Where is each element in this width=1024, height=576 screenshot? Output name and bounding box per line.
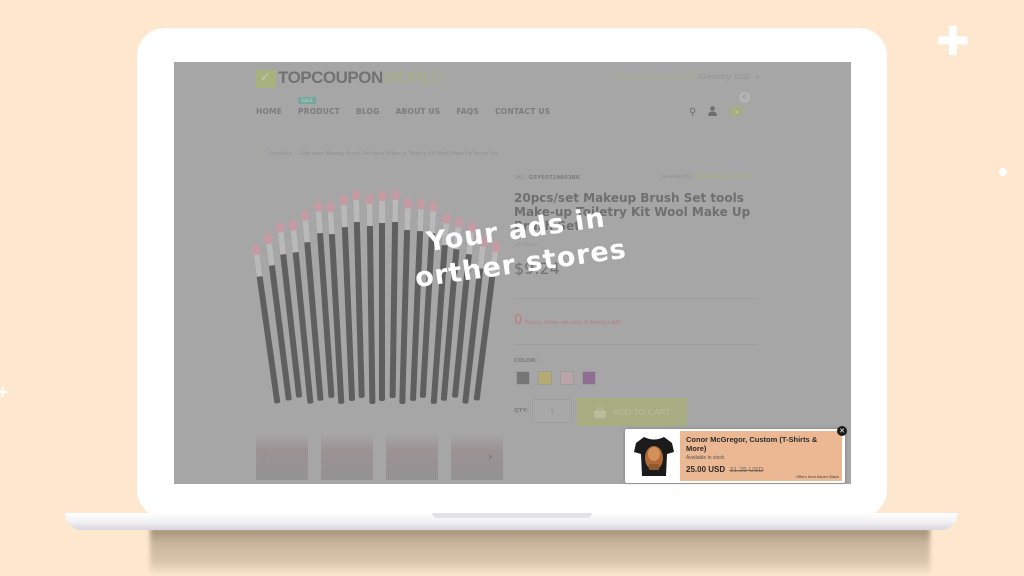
brush-tip: [364, 193, 374, 205]
brush-tip: [416, 198, 425, 210]
sku-value: GSY60729603BK: [528, 175, 581, 181]
nav-item-contact-us[interactable]: CONTACT US: [495, 107, 550, 116]
breadcrumb: ⌂ Products 20pcs/set Makeup Brush Set to…: [258, 150, 498, 157]
popup-offer-source: Offers from Ashen Black: [795, 474, 839, 479]
logo-text-part2: WORLD: [382, 68, 444, 87]
popup-title[interactable]: Conor McGregor, Custom (T-Shirts & More): [686, 435, 836, 453]
tshirt-icon: [634, 437, 674, 476]
sale-badge: SALE: [298, 97, 317, 104]
small-plus-decoration-icon: +: [0, 382, 10, 401]
brush-ferrule: [314, 211, 323, 234]
popup-old-price: 31.25 USD: [729, 467, 764, 474]
availability-value: undefined in stock: [695, 174, 753, 180]
user-icon[interactable]: [708, 105, 718, 119]
currency-value: USD: [734, 73, 750, 81]
brush-ferrule: [366, 203, 373, 227]
brush-tip: [351, 189, 361, 201]
stock-warning: 0 Hurry, there are only 0 item(s) left!: [514, 313, 622, 328]
breadcrumb-current: 20pcs/set Makeup Brush Set tools Make-up…: [299, 150, 498, 157]
nav-item-product[interactable]: SALE PRODUCT: [298, 97, 341, 116]
currency-label: Currency:: [699, 73, 733, 81]
hurry-text: Hurry, there are only 0 item(s) left!: [525, 320, 623, 326]
plus-decoration-icon: ✚: [936, 19, 970, 65]
add-to-cart-label: ADD TO CART: [613, 407, 671, 417]
brush-tip: [378, 191, 386, 201]
brush-tip: [338, 194, 348, 206]
product-thumbnail[interactable]: [451, 434, 503, 480]
brush-ferrule: [379, 201, 385, 223]
brush-ferrule: [265, 243, 275, 266]
sku-label: SKU:: [514, 175, 527, 181]
brush-ferrule: [277, 232, 287, 255]
currency-selector[interactable]: Currency: USD ▾: [699, 73, 759, 81]
color-swatch[interactable]: [582, 371, 596, 385]
divider: [514, 298, 758, 299]
product-thumbnail[interactable]: [256, 434, 308, 480]
shopping-bag-icon: [256, 70, 276, 88]
brush-tip: [326, 201, 335, 213]
cart-icon[interactable]: 0: [729, 92, 751, 120]
laptop-shadow: [150, 528, 930, 576]
nav-item-blog[interactable]: BLOG: [356, 107, 380, 116]
brush-tip: [403, 197, 413, 209]
brush-ferrule: [253, 254, 263, 277]
brush-ferrule: [404, 207, 411, 231]
popup-body: Conor McGregor, Custom (T-Shirts & More)…: [680, 431, 842, 481]
brush-tip: [313, 200, 322, 212]
availability-label: Availability:: [662, 174, 694, 180]
stock-count: 0: [514, 313, 523, 328]
brush-tip: [429, 200, 438, 212]
thumbnail-strip: [256, 434, 506, 482]
header-icons: ⚲ 0: [689, 92, 751, 120]
color-swatches: [516, 371, 596, 385]
brush-graphic: [351, 189, 365, 399]
basket-icon: [593, 406, 608, 418]
popup-stock: Available in stock: [686, 455, 725, 461]
color-swatch[interactable]: [538, 371, 552, 385]
main-nav: HOME SALE PRODUCT BLOG ABOUT US FAQS CON…: [256, 97, 566, 116]
popup-price: 25.00 USD 31.25 USD: [686, 465, 836, 474]
dot-decoration: [999, 168, 1007, 176]
home-icon[interactable]: ⌂: [258, 150, 262, 157]
divider: [514, 344, 758, 345]
popup-ad[interactable]: Conor McGregor, Custom (T-Shirts & More)…: [625, 426, 847, 483]
color-swatch[interactable]: [516, 371, 530, 385]
breadcrumb-item[interactable]: Products: [270, 151, 292, 157]
brush-ferrule: [353, 199, 360, 223]
nav-item-home[interactable]: HOME: [256, 107, 282, 116]
nav-item-about-us[interactable]: ABOUT US: [396, 107, 441, 116]
popup-product-image[interactable]: [630, 432, 677, 480]
search-icon[interactable]: ⚲: [689, 107, 696, 118]
brush-ferrule: [302, 220, 311, 243]
close-icon[interactable]: ✕: [837, 426, 847, 436]
cart-count-badge: 0: [739, 92, 751, 103]
brush-graphic: [364, 193, 375, 405]
store-logo[interactable]: TOPCOUPONWORLD: [256, 68, 444, 88]
nav-item-label: PRODUCT: [298, 107, 341, 116]
qty-label: QTY:: [514, 408, 529, 414]
popup-current-price: 25.00 USD: [686, 465, 726, 474]
product-sku: SKU: GSY60729603BK: [514, 175, 580, 181]
color-swatch[interactable]: [560, 371, 574, 385]
brush-ferrule: [327, 211, 335, 235]
nav-item-faqs[interactable]: FAQS: [456, 107, 479, 116]
brush-ferrule: [290, 230, 299, 253]
product-availability: Availability: undefined in stock: [662, 174, 753, 180]
logo-text-part1: TOPCOUPON: [278, 68, 383, 87]
welcome-message: Default welcome msg!: [617, 73, 697, 81]
brush-ferrule: [391, 199, 398, 223]
quantity-input[interactable]: [532, 399, 572, 423]
color-label: COLOR:: [514, 358, 538, 364]
laptop-notch: [432, 513, 592, 518]
brush-tip: [390, 189, 400, 201]
thumb-next-icon[interactable]: ›: [488, 450, 492, 463]
brush-ferrule: [340, 204, 348, 228]
add-to-cart-button[interactable]: ADD TO CART: [577, 398, 687, 426]
product-thumbnail[interactable]: [386, 434, 438, 480]
chevron-down-icon: ▾: [755, 74, 759, 81]
product-thumbnail[interactable]: [321, 434, 373, 480]
